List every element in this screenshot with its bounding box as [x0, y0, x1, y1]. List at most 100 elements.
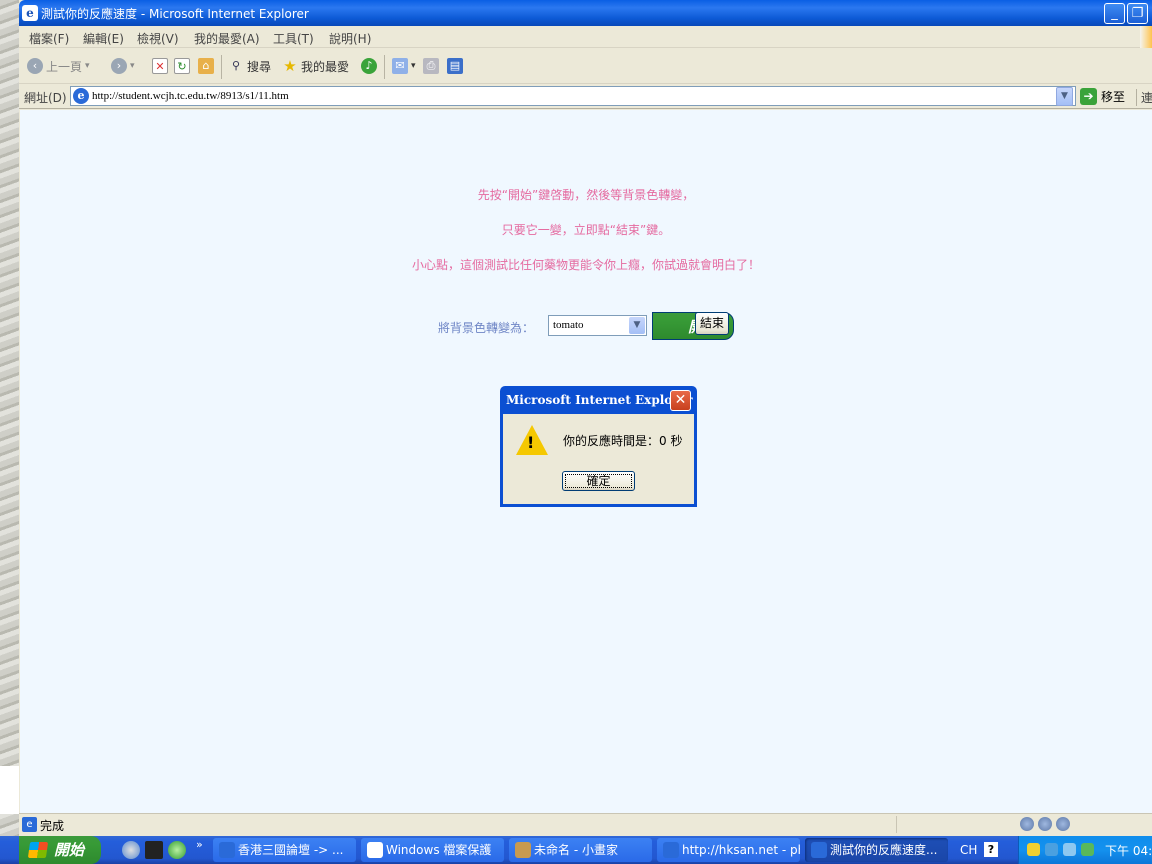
task-button-file-protection[interactable]: Windows 檔案保護 — [361, 838, 504, 862]
quicklaunch-game-icon[interactable] — [145, 841, 163, 859]
status-text: 完成 — [40, 819, 65, 833]
minimize-button[interactable]: _ — [1104, 3, 1125, 24]
ie-icon: e — [22, 5, 38, 21]
instruction-line-2: 只要它一變，立即點“結束”鍵。 — [501, 223, 671, 237]
media-icon: ♪ — [361, 58, 377, 74]
refresh-button[interactable]: ↻ — [174, 57, 190, 75]
quicklaunch-more-icon[interactable]: » — [196, 838, 203, 851]
menu-help[interactable]: 說明(H) — [329, 30, 371, 47]
system-tray: 下午 04:3 — [1018, 836, 1152, 864]
start-button-taskbar[interactable]: 開始 — [19, 836, 101, 864]
stop-icon: ✕ — [152, 58, 168, 74]
address-dropdown-button[interactable]: ▼ — [1056, 87, 1073, 106]
windows-flag-icon — [27, 842, 49, 858]
chevron-down-icon: ▼ — [629, 317, 645, 334]
end-button[interactable]: 結束 — [695, 312, 730, 335]
alert-dialog: Microsoft Internet Explorer ✕ ! 你的反應時間是：… — [500, 386, 697, 507]
chevron-down-icon: ▾ — [411, 61, 416, 71]
restore-button[interactable]: ❐ — [1127, 3, 1148, 24]
volume-icon[interactable] — [1063, 843, 1076, 856]
task-button-forum[interactable]: 香港三國論壇 -> ... — [213, 838, 356, 862]
forward-button[interactable]: › ▾ — [111, 57, 135, 75]
links-button[interactable]: 連 — [1136, 89, 1152, 106]
chevron-down-icon: ▼ — [1061, 91, 1068, 101]
menu-tools[interactable]: 工具(T) — [273, 30, 314, 47]
go-arrow-icon: ➔ — [1080, 88, 1097, 105]
address-input[interactable]: e http://student.wcjh.tc.edu.tw/8913/s1/… — [70, 86, 1076, 106]
color-select[interactable]: tomato ▼ — [548, 315, 647, 336]
browser-window: e 測試你的反應速度 - Microsoft Internet Explorer… — [19, 0, 1152, 838]
print-icon: ⎙ — [423, 58, 439, 74]
quicklaunch-media-icon[interactable] — [168, 841, 186, 859]
dialog-message: 你的反應時間是：0 秒 — [563, 434, 683, 448]
quicklaunch-app-icon[interactable] — [122, 841, 140, 859]
menu-file[interactable]: 檔案(F) — [29, 30, 69, 47]
media-button[interactable]: ♪ — [361, 57, 377, 75]
warning-exclamation: ! — [527, 433, 535, 452]
go-label: 移至 — [1101, 90, 1126, 104]
taskbar: 開始 » 香港三國論壇 -> ... Windows 檔案保護 未命名 - 小畫… — [0, 836, 1152, 864]
chevron-down-icon: ▾ — [85, 61, 90, 71]
page-content: 先按“開始”鍵啓動，然後等背景色轉變， 只要它一變，立即點“結束”鍵。 小心點，… — [20, 110, 1152, 813]
task-label: 香港三國論壇 -> ... — [238, 843, 344, 857]
star-icon: ★ — [283, 57, 297, 75]
close-icon: ✕ — [674, 392, 687, 408]
language-indicator[interactable]: CH — [960, 843, 977, 857]
start-label: 開始 — [54, 841, 85, 859]
task-label: http://hksan.net - ph... — [682, 843, 800, 857]
mail-button[interactable]: ✉ ▾ — [392, 57, 416, 75]
edit-page-icon: ▤ — [447, 58, 463, 74]
task-button-hksan[interactable]: http://hksan.net - ph... — [657, 838, 800, 862]
language-help-icon[interactable]: ? — [984, 842, 998, 857]
shield-icon[interactable] — [1027, 843, 1040, 856]
dialog-body: ! 你的反應時間是：0 秒 確定 — [503, 414, 694, 504]
stop-button[interactable]: ✕ — [152, 57, 168, 75]
ok-button[interactable]: 確定 — [562, 471, 635, 491]
search-icon: ⚲ — [231, 59, 241, 72]
menu-edit[interactable]: 編輯(E) — [83, 30, 124, 47]
address-url: http://student.wcjh.tc.edu.tw/8913/s1/11… — [92, 90, 289, 102]
search-button[interactable]: ⚲ 搜尋 — [228, 57, 271, 75]
task-button-reaction-test[interactable]: 測試你的反應速度... — [805, 838, 948, 862]
edit-button[interactable]: ▤ — [447, 57, 463, 75]
ie-icon — [219, 842, 235, 858]
home-icon: ⌂ — [198, 58, 214, 74]
dialog-close-button[interactable]: ✕ — [670, 390, 691, 411]
go-button[interactable]: ➔ 移至 — [1080, 88, 1125, 105]
desktop-background-strip — [0, 766, 20, 814]
toolbar: ‹ 上一頁 ▾ › ▾ ✕ ↻ ⌂ ⚲ 搜尋 ★ 我的最愛 ♪ ✉ ▾ ⎙ ▤ — [19, 49, 1152, 84]
menu-bar: 檔案(F) 編輯(E) 檢視(V) 我的最愛(A) 工具(T) 說明(H) — [19, 26, 1152, 48]
color-select-value: tomato — [553, 319, 584, 331]
page-done-icon: e — [22, 817, 37, 832]
task-label: 測試你的反應速度... — [830, 843, 938, 857]
menu-view[interactable]: 檢視(V) — [137, 30, 179, 47]
toolbar-separator — [384, 55, 385, 79]
favorites-button[interactable]: ★ 我的最愛 — [282, 57, 349, 75]
network-icon[interactable] — [1045, 843, 1058, 856]
window-title: 測試你的反應速度 - Microsoft Internet Explorer — [41, 7, 309, 21]
mail-icon: ✉ — [392, 58, 408, 74]
toolbar-separator — [221, 55, 222, 79]
status-panes — [896, 816, 1018, 833]
home-button[interactable]: ⌂ — [198, 57, 214, 75]
task-label: 未命名 - 小畫家 — [534, 843, 618, 857]
app-tray-icon[interactable] — [1081, 843, 1094, 856]
security-icon — [1038, 817, 1052, 831]
internet-zone — [1020, 817, 1070, 831]
task-button-paint[interactable]: 未命名 - 小畫家 — [509, 838, 652, 862]
title-bar[interactable]: e 測試你的反應速度 - Microsoft Internet Explorer… — [19, 0, 1152, 26]
resize-grip-icon — [1056, 817, 1070, 831]
instruction-line-3: 小心點，這個測試比任何藥物更能令你上癮，你試過就會明白了！ — [411, 258, 760, 272]
chevron-down-icon: ▾ — [130, 61, 135, 71]
search-label: 搜尋 — [247, 59, 272, 74]
back-arrow-icon: ‹ — [27, 58, 43, 74]
clock: 下午 04:3 — [1105, 844, 1152, 858]
print-button[interactable]: ⎙ — [423, 57, 439, 75]
favorites-label: 我的最愛 — [301, 59, 350, 74]
address-bar: 網址(D) e http://student.wcjh.tc.edu.tw/89… — [19, 85, 1152, 109]
paint-icon — [515, 842, 531, 858]
menu-favorites[interactable]: 我的最愛(A) — [194, 30, 260, 47]
back-button[interactable]: ‹ 上一頁 ▾ — [27, 57, 90, 75]
forward-arrow-icon: › — [111, 58, 127, 74]
windows-logo-icon — [1140, 26, 1152, 48]
